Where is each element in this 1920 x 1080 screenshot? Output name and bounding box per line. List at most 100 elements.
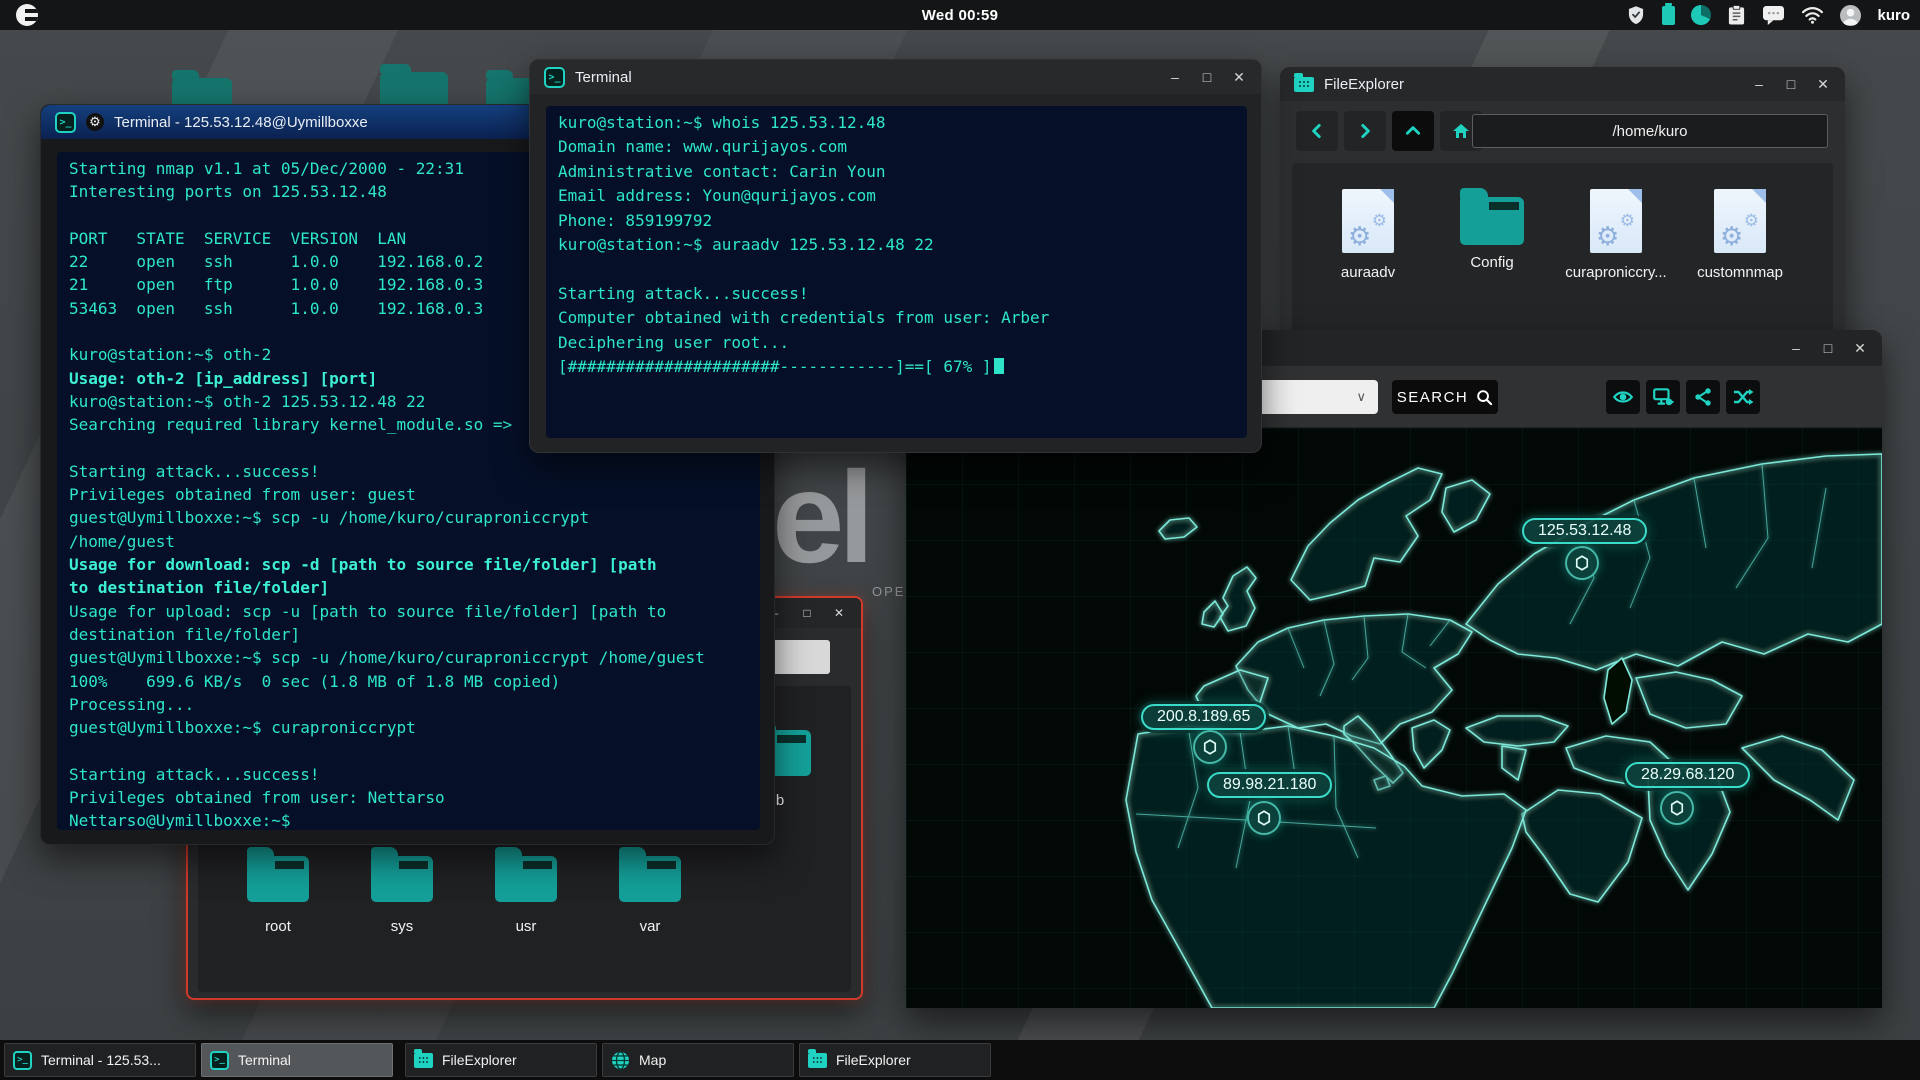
terminal-line: guest@Uymillboxxe:~$ curaproniccrypt: [69, 716, 748, 739]
world-map[interactable]: 125.53.12.48 200.8.189.65 89.98.: [906, 428, 1882, 1008]
window-title: Terminal: [575, 69, 632, 86]
maximize-icon[interactable]: □: [799, 606, 815, 620]
terminal-line: Nettarso@Uymillboxxe:~$: [69, 809, 748, 830]
back-button[interactable]: [1296, 111, 1338, 151]
terminal-line: Computer obtained with credentials from …: [558, 306, 1235, 330]
taskbar-item-label: FileExplorer: [442, 1052, 517, 1068]
address-bar[interactable]: /home/kuro: [1472, 114, 1828, 148]
battery-icon[interactable]: [1662, 6, 1675, 25]
visibility-button[interactable]: [1606, 380, 1640, 414]
terminal-local-titlebar[interactable]: >_ Terminal – □ ✕: [530, 60, 1261, 94]
up-button[interactable]: [1392, 111, 1434, 151]
gear-file-icon: ⚙ ⚙: [1342, 189, 1394, 253]
taskbar-item[interactable]: >_ Terminal - 125.53...: [4, 1043, 196, 1077]
terminal-line: Deciphering user root...: [558, 331, 1235, 355]
globe-icon: [611, 1051, 630, 1070]
terminal-line: [69, 739, 748, 762]
window-title: Terminal - 125.53.12.48@Uymillboxxe: [114, 114, 368, 131]
terminal-line: to destination file/folder]: [69, 576, 748, 599]
map-pin-icon[interactable]: [1565, 546, 1599, 580]
user-avatar[interactable]: [1840, 5, 1861, 26]
username: kuro: [1877, 7, 1910, 24]
maximize-icon[interactable]: □: [1783, 77, 1799, 91]
terminal-line: Email address: Youn@qurijayos.com: [558, 184, 1235, 208]
close-icon[interactable]: ✕: [831, 606, 847, 620]
close-icon[interactable]: ✕: [1852, 341, 1868, 355]
gear-glyph: ⚙: [1620, 212, 1635, 229]
terminal-icon: >_: [210, 1051, 229, 1070]
terminal-icon: >_: [55, 112, 76, 133]
forward-button[interactable]: [1344, 111, 1386, 151]
hexagon-icon: [1255, 809, 1273, 827]
chevron-down-icon: ∨: [1356, 389, 1366, 405]
chevron-up-icon: [1404, 122, 1422, 140]
hexagon-icon: [1573, 554, 1591, 572]
minimize-icon[interactable]: –: [1751, 77, 1767, 91]
shuffle-icon: [1732, 386, 1754, 408]
chevron-left-icon: [1308, 122, 1326, 140]
gear-icon: ⚙: [86, 113, 104, 131]
folder-icon: [808, 1053, 827, 1068]
maximize-icon[interactable]: □: [1199, 70, 1215, 84]
terminal-icon: >_: [13, 1051, 32, 1070]
remote-connect-button[interactable]: [1646, 380, 1680, 414]
terminal-line: guest@Uymillboxxe:~$ scp -u /home/kuro/c…: [69, 646, 748, 669]
window-terminal-local[interactable]: >_ Terminal – □ ✕ kuro@station:~$ whois …: [529, 59, 1262, 453]
map-ip-pill[interactable]: 125.53.12.48: [1522, 518, 1647, 544]
terminal-output[interactable]: kuro@station:~$ whois 125.53.12.48Domain…: [546, 106, 1247, 438]
terminal-line: [######################------------]==[ …: [558, 355, 1235, 379]
gear-file-icon: ⚙ ⚙: [1590, 189, 1642, 253]
folder-item[interactable]: var: [619, 856, 681, 935]
terminal-line: Privileges obtained from user: Nettarso: [69, 786, 748, 809]
maximize-icon[interactable]: □: [1820, 341, 1836, 355]
terminal-line: Domain name: www.qurijayos.com: [558, 135, 1235, 159]
gear-glyph: ⚙: [1372, 212, 1387, 229]
terminal-line: kuro@station:~$ whois 125.53.12.48: [558, 111, 1235, 135]
taskbar-item[interactable]: >_ Map: [602, 1043, 794, 1077]
terminal-line: 100% 699.6 KB/s 0 sec (1.8 MB of 1.8 MB …: [69, 670, 748, 693]
map-ip-pill[interactable]: 200.8.189.65: [1141, 704, 1266, 730]
folder-item[interactable]: sys: [371, 856, 433, 935]
map-ip-pill[interactable]: 28.29.68.120: [1625, 762, 1750, 788]
map-pin-icon[interactable]: [1193, 730, 1227, 764]
map-pin-icon[interactable]: [1660, 791, 1694, 825]
fileexplorer-titlebar[interactable]: FileExplorer – □ ✕: [1280, 67, 1845, 101]
search-button-label: SEARCH: [1397, 389, 1469, 406]
minimize-icon[interactable]: –: [1788, 341, 1804, 355]
taskbar-item[interactable]: >_ FileExplorer: [799, 1043, 991, 1077]
share-nodes-icon: [1693, 387, 1713, 407]
taskbar-item[interactable]: >_ FileExplorer: [405, 1043, 597, 1077]
resource-pie-icon[interactable]: [1691, 5, 1711, 25]
window-title: FileExplorer: [1324, 76, 1404, 93]
wifi-icon[interactable]: [1801, 6, 1824, 24]
terminal-line: Administrative contact: Carin Youn: [558, 160, 1235, 184]
eye-icon: [1612, 386, 1634, 408]
terminal-line: Usage for upload: scp -u [path to source…: [69, 600, 748, 623]
terminal-line: Usage for download: scp -d [path to sour…: [69, 553, 748, 576]
folder-label: usr: [495, 918, 557, 935]
map-pin-icon[interactable]: [1247, 801, 1281, 835]
folder-item[interactable]: root: [247, 856, 309, 935]
close-icon[interactable]: ✕: [1231, 70, 1247, 84]
chat-icon[interactable]: [1762, 5, 1785, 26]
shuffle-button[interactable]: [1726, 380, 1760, 414]
minimize-icon[interactable]: –: [1167, 70, 1183, 84]
terminal-line: Starting attack...success!: [69, 763, 748, 786]
close-icon[interactable]: ✕: [1815, 77, 1831, 91]
file-label: auraadv: [1306, 264, 1431, 281]
folder-label: sys: [371, 918, 433, 935]
folder-item[interactable]: usr: [495, 856, 557, 935]
clipboard-icon[interactable]: [1727, 4, 1746, 26]
file-label: customnmap: [1678, 264, 1803, 281]
gear-glyph: ⚙: [1744, 212, 1759, 229]
taskbar-item[interactable]: >_ Terminal: [201, 1043, 393, 1077]
share-button[interactable]: [1686, 380, 1720, 414]
home-icon: [1451, 121, 1471, 141]
terminal-line: Privileges obtained from user: guest: [69, 483, 748, 506]
shield-check-icon[interactable]: [1626, 4, 1646, 26]
taskbar-item-label: Terminal - 125.53...: [41, 1052, 161, 1068]
os-logo-watermark: el OPER: [772, 452, 868, 582]
taskbar-item-label: Terminal: [238, 1052, 291, 1068]
search-button[interactable]: SEARCH: [1392, 380, 1498, 414]
map-ip-pill[interactable]: 89.98.21.180: [1207, 772, 1332, 798]
